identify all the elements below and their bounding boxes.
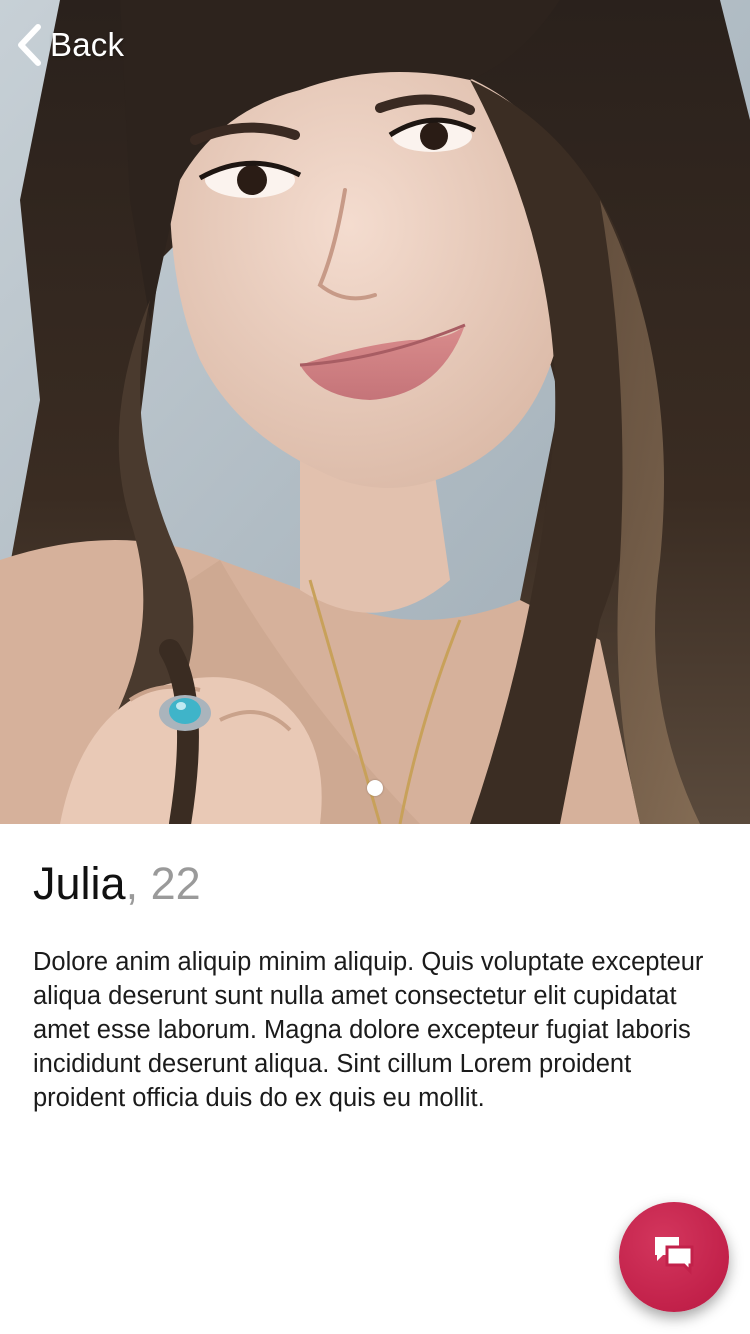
profile-screen: Back Julia, 22 Dolore anim aliquip minim… <box>0 0 750 1334</box>
back-label: Back <box>50 26 125 63</box>
profile-bio: Dolore anim aliquip minim aliquip. Quis … <box>33 948 704 1112</box>
chevron-left-icon <box>12 22 46 68</box>
photo-page-indicator <box>0 780 750 796</box>
profile-name: Julia <box>33 858 126 909</box>
back-button[interactable]: Back <box>12 20 124 70</box>
name-age-heading: Julia, 22 <box>33 852 723 916</box>
profile-info: Julia, 22 Dolore anim aliquip minim aliq… <box>33 852 723 1115</box>
page-dot-active[interactable] <box>367 780 383 796</box>
profile-photo[interactable]: Back <box>0 0 750 824</box>
age-separator: , <box>125 858 151 909</box>
chat-button[interactable] <box>619 1202 729 1312</box>
profile-age: 22 <box>150 858 201 909</box>
chat-bubbles-icon <box>652 1233 696 1282</box>
portrait-illustration <box>0 0 750 824</box>
